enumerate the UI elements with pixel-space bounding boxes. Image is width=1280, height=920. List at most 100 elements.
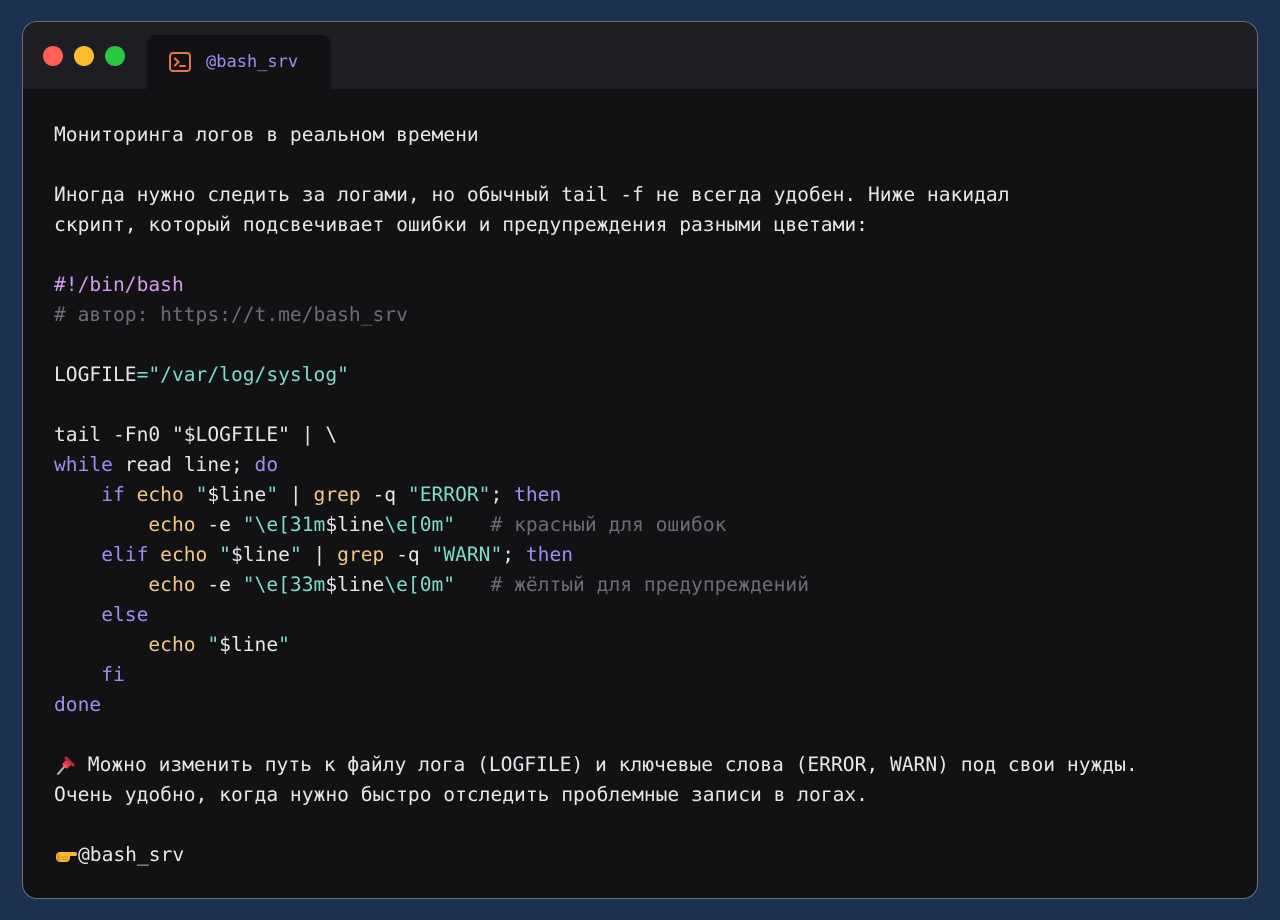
code-pipe: | \	[289, 423, 338, 446]
code-keyword: else	[101, 603, 149, 626]
code-comment: # красный для ошибок	[490, 513, 727, 536]
code-quote: "	[242, 573, 255, 596]
code-escape: \e[33m	[254, 573, 326, 596]
code-builtin: echo	[160, 543, 208, 566]
code-variable: LOGFILE	[54, 363, 137, 386]
terminal-content: Мониторинга логов в реальном времени Ино…	[54, 120, 1249, 870]
code-option: -e	[195, 513, 243, 536]
code-string: "WARN"	[431, 543, 503, 566]
code-option: -q	[360, 483, 408, 506]
code-done-line: done	[54, 690, 1249, 720]
terminal-window: @bash_srv Мониторинга логов в реальном в…	[22, 21, 1258, 899]
signature-line: @bash_srv	[54, 840, 1249, 870]
minimize-button[interactable]	[74, 46, 94, 66]
code-option: -e	[195, 573, 243, 596]
code-tail-line: tail -Fn0 "$LOGFILE" | \	[54, 420, 1249, 450]
note-text-1: Можно изменить путь к файлу лога (LOGFIL…	[76, 753, 1138, 776]
code-quote: "	[171, 423, 184, 446]
tab-label: @bash_srv	[206, 52, 299, 72]
code-variable: $line	[325, 573, 385, 596]
code-echo-red-line: echo -e "\e[31m$line\e[0m" # красный для…	[54, 510, 1249, 540]
code-escape: \e[31m	[254, 513, 326, 536]
tab-bash-srv[interactable]: @bash_srv	[147, 35, 331, 89]
code-shebang: #!/bin/bash	[54, 273, 184, 296]
note-line-2: Очень удобно, когда нужно быстро отследи…	[54, 783, 868, 806]
code-keyword: while	[54, 453, 113, 476]
code-pipe: |	[278, 483, 314, 506]
code-variable: $LOGFILE	[183, 423, 279, 446]
code-echo-yellow-line: echo -e "\e[33m$line\e[0m" # жёлтый для …	[54, 570, 1249, 600]
code-quote: "	[289, 543, 302, 566]
code-semicolon: ;	[490, 483, 515, 506]
code-builtin: grep	[313, 483, 361, 506]
code-semicolon: ;	[502, 543, 526, 566]
code-echo-plain-line: echo "$line"	[54, 630, 1249, 660]
code-quote: "	[443, 573, 456, 596]
code-variable: $line	[219, 633, 279, 656]
code-elif-line: elif echo "$line" | grep -q "WARN"; then	[54, 540, 1249, 570]
code-quote: "	[195, 483, 208, 506]
code-text: read line;	[112, 453, 255, 476]
code-escape: \e[0m	[384, 573, 444, 596]
terminal-icon	[169, 52, 191, 72]
code-quote: "	[278, 423, 290, 446]
code-comment: # жёлтый для предупреждений	[490, 573, 809, 596]
code-quote: "	[207, 633, 220, 656]
post-title: Мониторинга логов в реальном времени	[54, 123, 479, 146]
pointing-hand-icon	[56, 851, 77, 862]
code-string: "/var/log/syslog"	[148, 363, 349, 386]
code-keyword: done	[54, 693, 102, 716]
code-string: "ERROR"	[407, 483, 491, 506]
pin-icon	[57, 756, 75, 775]
code-fi-line: fi	[54, 660, 1249, 690]
code-logfile-assignment: LOGFILE="/var/log/syslog"	[54, 360, 1249, 390]
code-else-line: else	[54, 600, 1249, 630]
signature-text[interactable]: @bash_srv	[78, 843, 184, 866]
code-command: tail -Fn0	[54, 423, 172, 446]
code-builtin: echo	[148, 573, 196, 596]
code-keyword: elif	[101, 543, 149, 566]
intro-line-2: скрипт, который подсвечивает ошибки и пр…	[54, 213, 868, 236]
code-escape: \e[0m	[384, 513, 444, 536]
code-keyword: if	[101, 483, 125, 506]
code-option: -q	[384, 543, 432, 566]
code-quote: "	[443, 513, 456, 536]
code-operator: =	[136, 363, 149, 386]
code-pipe: |	[301, 543, 338, 566]
intro-line-1: Иногда нужно следить за логами, но обычн…	[54, 183, 1010, 206]
code-keyword: then	[514, 483, 562, 506]
code-variable: $line	[207, 483, 267, 506]
code-keyword: do	[254, 453, 279, 476]
code-builtin: grep	[337, 543, 385, 566]
code-builtin: echo	[148, 513, 196, 536]
note-line-1: Можно изменить путь к файлу лога (LOGFIL…	[54, 750, 1249, 780]
code-quote: "	[242, 513, 255, 536]
code-builtin: echo	[136, 483, 184, 506]
code-if-line: if echo "$line" | grep -q "ERROR"; then	[54, 480, 1249, 510]
title-bar: @bash_srv	[23, 22, 1257, 89]
close-button[interactable]	[43, 46, 63, 66]
zoom-button[interactable]	[105, 46, 125, 66]
code-quote: "	[219, 543, 231, 566]
code-variable: $line	[325, 513, 385, 536]
code-builtin: echo	[148, 633, 196, 656]
code-keyword: fi	[101, 663, 125, 686]
code-while-line: while read line; do	[54, 450, 1249, 480]
